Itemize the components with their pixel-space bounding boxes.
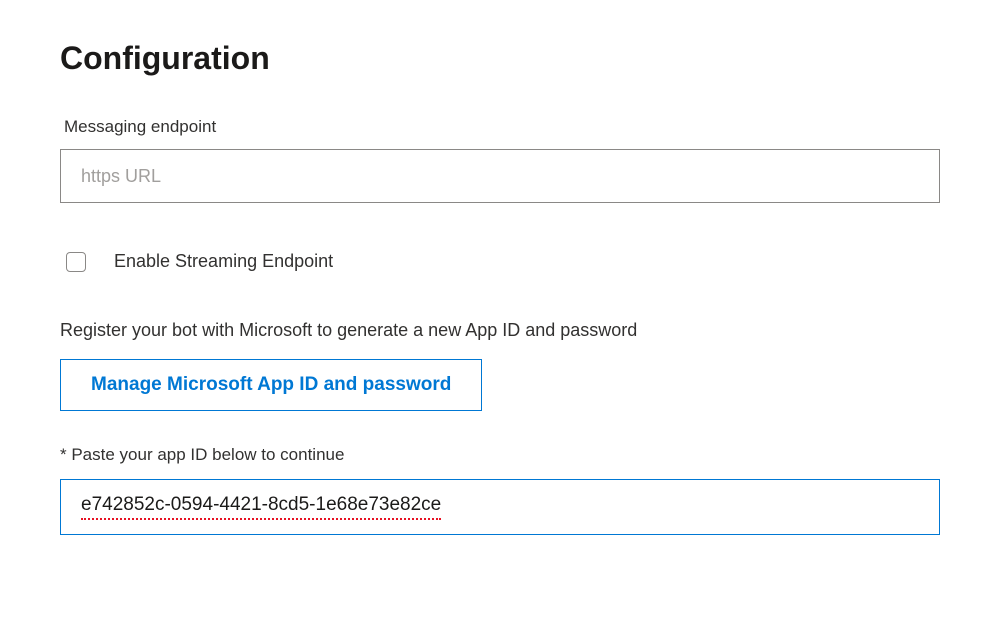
streaming-endpoint-label: Enable Streaming Endpoint xyxy=(114,251,333,272)
streaming-endpoint-checkbox[interactable] xyxy=(66,252,86,272)
streaming-endpoint-row: Enable Streaming Endpoint xyxy=(66,251,940,272)
messaging-endpoint-input[interactable] xyxy=(60,149,940,203)
messaging-endpoint-label: Messaging endpoint xyxy=(64,117,940,137)
manage-app-id-button[interactable]: Manage Microsoft App ID and password xyxy=(60,359,482,411)
messaging-endpoint-group: Messaging endpoint xyxy=(60,117,940,203)
app-id-input[interactable]: e742852c-0594-4421-8cd5-1e68e73e82ce xyxy=(60,479,940,535)
app-id-value: e742852c-0594-4421-8cd5-1e68e73e82ce xyxy=(81,494,441,520)
page-title: Configuration xyxy=(60,40,940,77)
app-id-paste-label: * Paste your app ID below to continue xyxy=(60,445,940,465)
register-instruction-text: Register your bot with Microsoft to gene… xyxy=(60,320,940,341)
